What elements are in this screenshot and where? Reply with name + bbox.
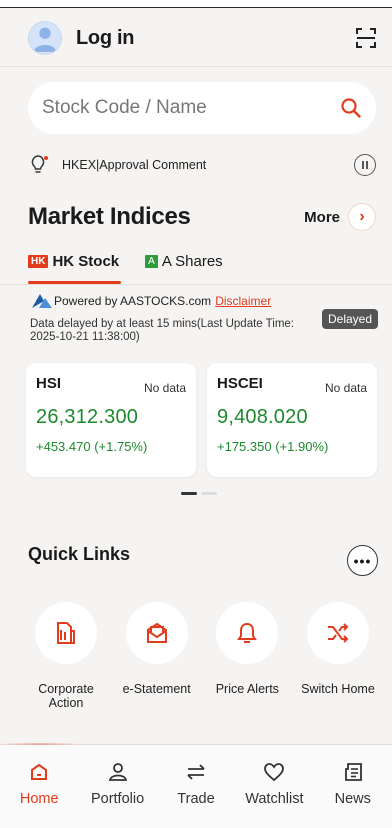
- avatar[interactable]: [28, 21, 62, 55]
- quick-links-row: Corporate Action e-Statement Price Alert…: [22, 602, 382, 710]
- user-avatar-icon: [33, 27, 57, 53]
- nav-label: Home: [19, 791, 59, 807]
- market-indices-title: Market Indices: [28, 203, 191, 230]
- quick-link-icon-wrap[interactable]: [35, 602, 97, 664]
- exchange-icon: [187, 764, 205, 780]
- disclaimer-link[interactable]: Disclaimer: [215, 294, 271, 308]
- quick-link-label: Price Alerts: [215, 682, 279, 696]
- tab-label: HK Stock: [52, 252, 120, 270]
- delayed-badge: Delayed: [322, 309, 379, 329]
- quick-link-icon-wrap[interactable]: [306, 602, 369, 664]
- chevron-right-icon[interactable]: ›: [348, 203, 376, 231]
- pause-button[interactable]: [354, 154, 376, 176]
- quick-link-switch-home[interactable]: Switch Home: [294, 602, 382, 710]
- status-strip: [0, 0, 392, 8]
- nav-news[interactable]: News: [318, 761, 388, 828]
- aastocks-logo-icon: [32, 294, 52, 308]
- index-price: 26,312.300: [36, 406, 139, 428]
- quick-link-label: e-Statement: [122, 682, 191, 696]
- quick-links-title: Quick Links: [28, 544, 131, 564]
- hk-flag-badge: HK: [28, 254, 49, 268]
- delay-note: Data delayed by at least 15 mins(Last Up…: [30, 318, 295, 343]
- scan-icon[interactable]: [354, 26, 378, 50]
- quick-link-icon-wrap[interactable]: [125, 602, 188, 664]
- nav-home[interactable]: Home: [4, 761, 74, 828]
- indicator-inactive: [201, 492, 217, 495]
- header-divider: [0, 66, 392, 67]
- search-icon[interactable]: [340, 97, 362, 119]
- nav-trade[interactable]: Trade: [161, 761, 231, 828]
- header: Log in: [0, 9, 392, 67]
- index-status: No data: [324, 381, 367, 395]
- search-bar[interactable]: [28, 82, 376, 134]
- nav-label: Trade: [177, 791, 215, 807]
- search-input[interactable]: [42, 97, 340, 119]
- more-link[interactable]: More ›: [304, 203, 376, 231]
- index-change: +175.350 (+1.90%): [217, 439, 329, 454]
- quick-link-corporate-action[interactable]: Corporate Action: [22, 602, 110, 710]
- a-flag-badge: A: [145, 254, 158, 268]
- pause-icon: [361, 161, 364, 169]
- nav-label: Portfolio: [90, 791, 145, 807]
- quick-link-icon-wrap[interactable]: [216, 602, 279, 664]
- nav-label: News: [334, 791, 371, 807]
- quick-link-e-statement[interactable]: e-Statement: [113, 602, 201, 710]
- market-tabs: HK HK Stock A A Shares: [28, 248, 249, 284]
- nav-label: Watchlist: [245, 791, 304, 807]
- index-card-hsi[interactable]: HSI No data 26,312.300 +453.470 (+1.75%): [26, 363, 196, 477]
- tab-hk-stock[interactable]: HK HK Stock: [28, 248, 122, 284]
- carousel-indicator: [181, 492, 221, 495]
- indicator-active: [181, 492, 197, 495]
- envelope-icon: [146, 622, 167, 643]
- tabs-divider: [0, 284, 392, 285]
- home-icon: [31, 763, 48, 780]
- nav-portfolio[interactable]: Portfolio: [83, 761, 153, 828]
- shuffle-icon: [327, 623, 349, 643]
- quick-link-price-alerts[interactable]: Price Alerts: [203, 602, 291, 710]
- document-icon: [57, 622, 75, 644]
- more-label[interactable]: More: [304, 209, 340, 226]
- index-price: 9,408.020: [217, 406, 308, 428]
- powered-by: Powered by AASTOCKS.com Disclaimer: [30, 291, 271, 311]
- quick-link-label: Switch Home: [301, 682, 375, 696]
- bell-icon: [237, 622, 258, 643]
- index-status: No data: [143, 381, 186, 395]
- lightbulb-icon: [31, 155, 48, 173]
- heart-icon: [264, 763, 285, 782]
- pause-icon-bar: [366, 161, 369, 169]
- powered-by-text: Powered by AASTOCKS.com: [54, 294, 212, 308]
- person-icon: [108, 763, 127, 781]
- nav-watchlist[interactable]: Watchlist: [239, 761, 309, 828]
- news-icon: [344, 763, 362, 781]
- more-options-icon[interactable]: •••: [347, 545, 378, 576]
- tab-a-shares[interactable]: A A Shares: [145, 248, 223, 284]
- announcement-bar[interactable]: HKEX|Approval Comment: [30, 152, 376, 178]
- index-card-hscei[interactable]: HSCEI No data 9,408.020 +175.350 (+1.90%…: [207, 363, 377, 477]
- index-change: +453.470 (+1.75%): [36, 439, 148, 454]
- tab-label: A Shares: [161, 252, 223, 270]
- quick-link-label: Corporate Action: [38, 682, 94, 710]
- bottom-nav: Home Portfolio Trade Watchlist News: [0, 745, 392, 828]
- login-link[interactable]: Log in: [76, 27, 134, 50]
- announcement-text[interactable]: HKEX|Approval Comment: [62, 158, 206, 172]
